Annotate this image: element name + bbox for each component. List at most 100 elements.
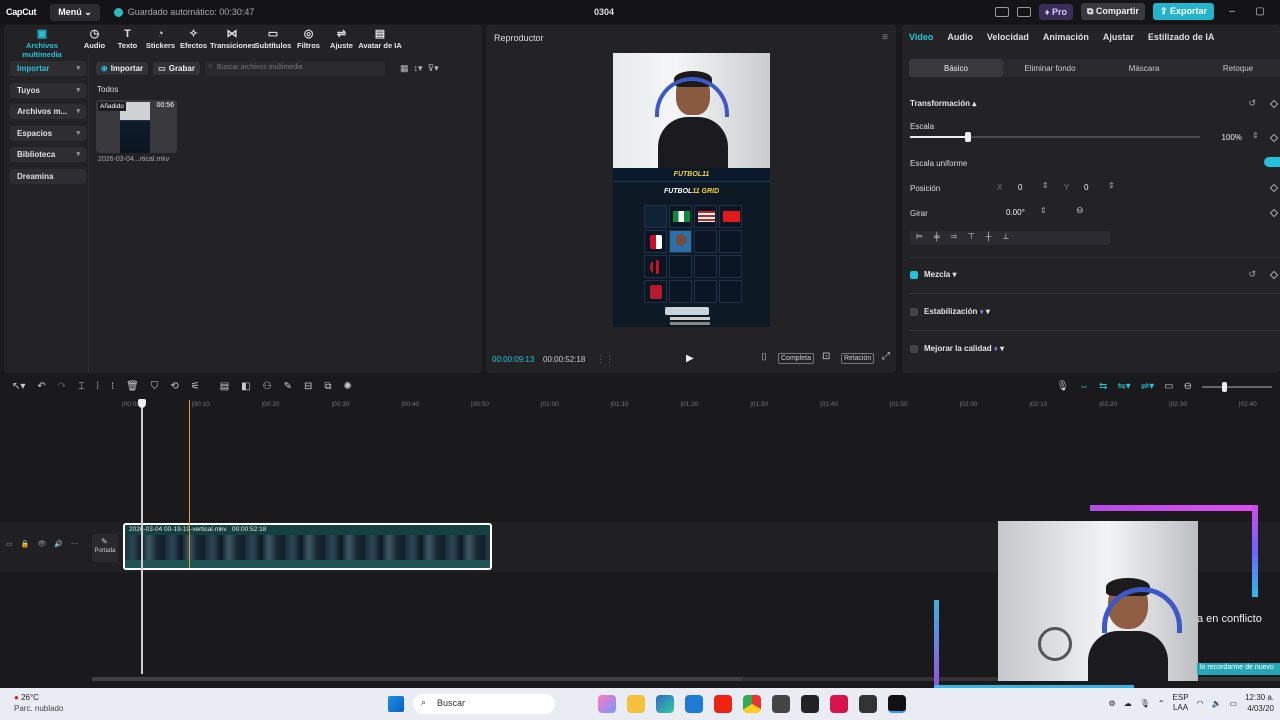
microphone-icon[interactable]: 🎙 (1140, 699, 1150, 708)
magnet-icon[interactable]: ⇆ (1099, 381, 1107, 392)
sort-icon[interactable]: ↕▾ (413, 63, 422, 74)
stepper-icon[interactable]: ⇕ (1108, 181, 1115, 190)
side-item-library[interactable]: Biblioteca ▾ (10, 147, 86, 162)
video-clip[interactable]: 2026-03-04 00-19-19-vertical.mkv 00:00:5… (123, 523, 492, 570)
record-button[interactable]: ▭ Grabar (153, 62, 200, 75)
minimize-icon[interactable]: – (1222, 6, 1242, 17)
rotate-dial-icon[interactable]: ⊖ (1076, 205, 1084, 216)
subtab-retouch[interactable]: Retoque (1191, 59, 1280, 77)
tray-app-icon[interactable]: ⚙ (1109, 699, 1116, 708)
stepper-icon[interactable]: ⇕ (1040, 206, 1047, 215)
tab-audio[interactable]: ◷ Audio (78, 25, 111, 55)
full-quality-button[interactable]: Completa (778, 353, 814, 364)
tab-video[interactable]: Video (909, 32, 933, 42)
lock-icon[interactable]: 🔒 (21, 540, 30, 548)
stepper-icon[interactable]: ⇕ (1042, 181, 1049, 190)
zoom-out-icon[interactable]: ⊖ (1184, 381, 1192, 392)
tab-adjust[interactable]: ⇌ Ajuste (325, 25, 358, 55)
side-item-dreamina[interactable]: Dreamina (10, 168, 86, 184)
scrollbar-thumb[interactable] (92, 677, 742, 681)
pos-x-input[interactable]: 0 (1018, 183, 1022, 192)
maximize-icon[interactable]: ▢ (1250, 6, 1270, 17)
remind-button[interactable]: lo recordarme de nuevo (1197, 663, 1280, 675)
tab-transitions[interactable]: ⋈ Transiciones (210, 25, 256, 55)
link-chain-icon[interactable]: ⇋▾ (1117, 381, 1130, 392)
filter-icon[interactable]: ⊽▾ (428, 63, 439, 74)
redo-icon[interactable]: ↷ (58, 381, 66, 392)
scale-slider[interactable] (910, 132, 1200, 142)
zoom-knob[interactable] (1222, 381, 1227, 392)
cover-button[interactable]: ✎ Portada (92, 534, 118, 562)
scale-slider-knob[interactable] (965, 132, 971, 142)
align-right-icon[interactable]: ⫤ (951, 232, 957, 244)
tab-stickers[interactable]: ◔ Stickers (144, 25, 177, 55)
export-button[interactable]: ⇪ Exportar (1152, 3, 1214, 20)
menu-button[interactable]: Menú ⌄ (50, 3, 100, 21)
capcut-taskbar-icon[interactable] (888, 695, 906, 713)
select-tool-icon[interactable]: ↖▾ (12, 381, 25, 392)
edge-icon[interactable] (656, 695, 674, 713)
weather-widget[interactable]: ● 26°C Parc. nublado (14, 693, 63, 713)
reset-icon[interactable]: ↺ (1248, 269, 1256, 280)
taskbar-search[interactable]: ⌕ Buscar (413, 694, 555, 714)
blend-section-title[interactable]: Mezcla ▾ (924, 270, 956, 279)
volume-icon[interactable]: 🔊 (54, 540, 63, 548)
tab-effects[interactable]: ✧ Efectos (177, 25, 210, 55)
sparkle-icon[interactable]: ✺ (344, 381, 352, 392)
snapshot-icon[interactable]: ⊡ (822, 351, 830, 362)
side-item-yours[interactable]: Tuyos ▾ (10, 82, 86, 98)
layout-icon[interactable] (994, 6, 1009, 17)
transform-section-title[interactable]: Transformación ▴ (910, 99, 976, 108)
tab-text[interactable]: T Texto (111, 25, 144, 55)
align-center-icon[interactable]: ╪ (934, 232, 940, 244)
align-top-icon[interactable]: ⊤ (968, 232, 975, 244)
microphone-icon[interactable]: 🎙 (1056, 381, 1069, 392)
split-icon[interactable]: ⌶ (78, 381, 84, 392)
subtab-remove-bg[interactable]: Eliminar fondo (1003, 59, 1097, 77)
keyframe-icon[interactable] (1269, 133, 1279, 143)
tab-ai-style[interactable]: Estilizado de IA (1148, 32, 1215, 42)
enhance-section-title[interactable]: Mejorar la calidad ♦ ▾ (924, 344, 1004, 353)
windows-start-icon[interactable] (388, 696, 404, 712)
pos-y-input[interactable]: 0 (1084, 183, 1088, 192)
loop-icon[interactable]: ⟲ (170, 381, 178, 392)
language-indicator[interactable]: ESP LAA (1173, 693, 1189, 713)
store-icon[interactable] (685, 695, 703, 713)
tab-media[interactable]: ▣ Archivos multimedia (6, 25, 78, 59)
image-icon[interactable]: ⧉ (324, 381, 331, 392)
play-button[interactable]: ▶ (686, 353, 694, 364)
audio-split-icon[interactable]: ◧ (241, 381, 250, 392)
split-left-icon[interactable]: ⁞ (96, 381, 99, 392)
side-item-spaces[interactable]: Espacios ▾ (10, 125, 86, 141)
reset-icon[interactable]: ↺ (1248, 98, 1256, 109)
stabilize-section-title[interactable]: Estabilización ♦ ▾ (924, 307, 990, 316)
keyframe-icon[interactable] (1269, 270, 1279, 280)
align-middle-icon[interactable]: ┼ (986, 232, 992, 244)
media-thumbnail[interactable]: Añadido 00:56 (96, 100, 177, 153)
eye-icon[interactable]: 👁 (37, 540, 46, 548)
enhance-checkbox[interactable] (910, 345, 918, 353)
file-explorer-icon[interactable] (627, 695, 645, 713)
uniform-scale-toggle[interactable] (1264, 157, 1280, 167)
crop-icon[interactable]: ⌷ (761, 352, 767, 363)
tab-filters[interactable]: ◎ Filtros (292, 25, 325, 55)
blend-checkbox[interactable] (910, 271, 918, 279)
align-left-icon[interactable]: ⊨ (916, 232, 923, 244)
stabilize-checkbox[interactable] (910, 308, 918, 316)
undo-icon[interactable]: ↶ (37, 381, 45, 392)
person-icon[interactable]: ⚇ (263, 381, 272, 392)
stepper-icon[interactable]: ⇕ (1252, 131, 1259, 140)
tab-ai-avatar[interactable]: ▤ Avatar de IA (358, 25, 402, 55)
ratio-button[interactable]: Relación (841, 353, 875, 364)
scale-value[interactable]: 100% (1202, 133, 1242, 142)
magic-icon[interactable]: ✎ (284, 381, 292, 392)
playhead-handle[interactable] (138, 399, 146, 408)
pro-button[interactable]: ♦ Pro (1038, 3, 1073, 20)
tray-app-icon[interactable]: ☁ (1124, 699, 1132, 708)
fullscreen-icon[interactable]: ⤢ (882, 351, 890, 362)
copilot-icon[interactable] (598, 695, 616, 713)
app-icon[interactable] (830, 695, 848, 713)
screen-icon[interactable]: ▭ (1164, 381, 1173, 392)
side-item-files[interactable]: Archivos m... ▾ (10, 104, 86, 119)
player-menu-icon[interactable]: ≡ (882, 32, 888, 43)
